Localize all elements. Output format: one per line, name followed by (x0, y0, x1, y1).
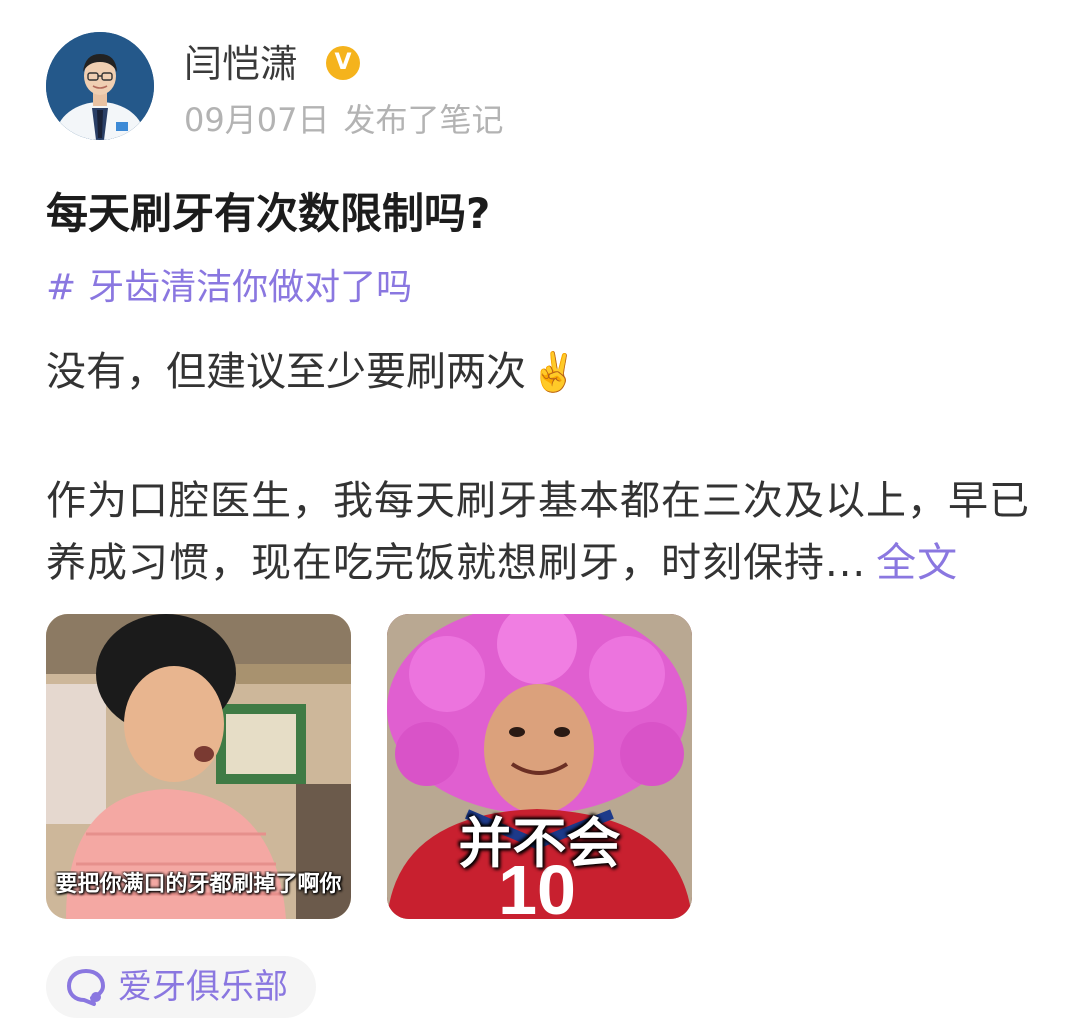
post-date: 09月07日 (184, 101, 330, 139)
community-name: 爱牙俱乐部 (118, 967, 288, 1007)
image-caption: 并不会 (458, 812, 621, 875)
chat-bubble-icon (67, 969, 105, 1006)
post-image-2[interactable]: 10 并不会 (387, 614, 692, 919)
post-action: 发布了笔记 (343, 101, 504, 139)
image-caption: 要把你满口的牙都刷掉了啊你 (55, 872, 342, 897)
post-meta: 09月07日 发布了笔记 (184, 98, 503, 142)
answer-text: 没有，但建议至少要刷两次 (46, 349, 526, 395)
read-more-link[interactable]: 全文 (876, 540, 958, 586)
topic-label: 牙齿清洁你做对了吗 (88, 267, 413, 308)
doctor-avatar-image (46, 32, 154, 140)
author-avatar[interactable] (46, 32, 154, 140)
post-title: 每天刷牙有次数限制吗? (46, 189, 491, 238)
author-name[interactable]: 闫恺潇 (184, 40, 298, 88)
verified-badge-icon: V (326, 46, 360, 80)
post-card: 闫恺潇 V 09月07日 发布了笔记 每天刷牙有次数限制吗? # 牙齿清洁你做对了吗… (0, 0, 1080, 1030)
community-chip[interactable]: 爱牙俱乐部 (46, 956, 316, 1018)
post-body: 作为口腔医生，我每天刷牙基本都在三次及以上，早已养成习惯，现在吃完饭就想刷牙，时… (46, 470, 1036, 594)
post-answer: 没有，但建议至少要刷两次 ✌️ (46, 344, 577, 400)
topic-tag[interactable]: # 牙齿清洁你做对了吗 (46, 262, 412, 314)
post-image-1[interactable]: 要把你满口的牙都刷掉了啊你 (46, 614, 351, 919)
victory-hand-icon: ✌️ (530, 350, 578, 394)
hashtag-icon: # (46, 267, 77, 308)
